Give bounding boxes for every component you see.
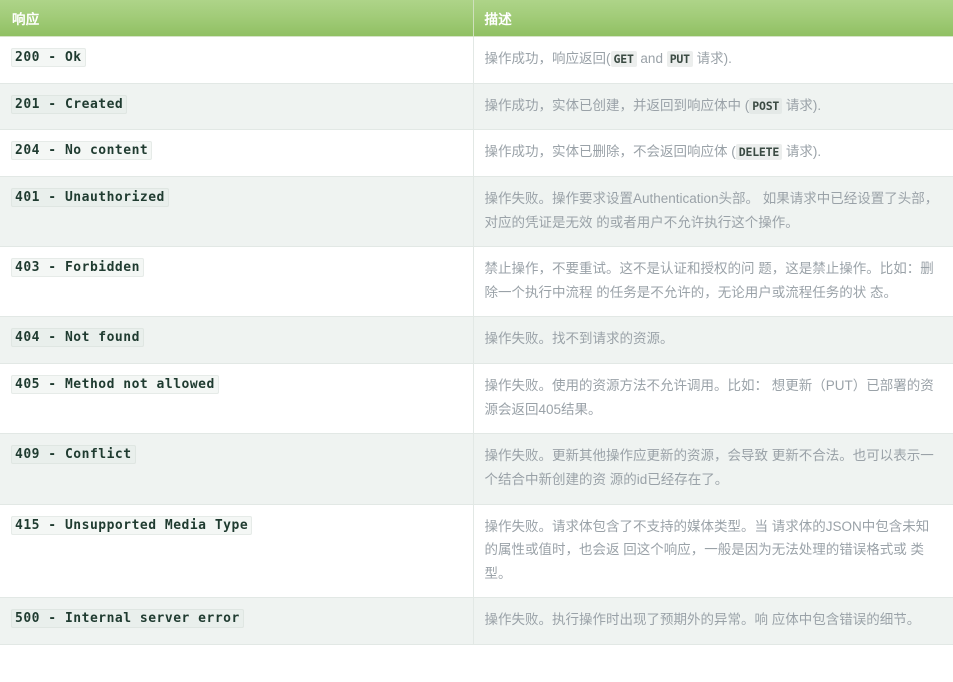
status-code-text: 403 - Forbidden bbox=[11, 258, 144, 278]
status-code-text: 404 - Not found bbox=[11, 328, 144, 348]
description-cell: 操作失败。请求体包含了不支持的媒体类型。当 请求体的JSON中包含未知的属性或值… bbox=[473, 504, 953, 599]
response-code-cell: 405 - Method not allowed bbox=[0, 363, 474, 435]
http-verb-badge: PUT bbox=[666, 51, 693, 67]
status-code-text: 204 - No content bbox=[11, 141, 153, 161]
description-cell: 操作成功，实体已删除，不会返回响应体 (DELETE 请求). bbox=[473, 129, 953, 177]
description-cell: 操作失败。操作要求设置Authentication头部。 如果请求中已经设置了头… bbox=[473, 176, 953, 248]
table-row: 500 - Internal server error 操作失败。执行操作时出现了… bbox=[0, 597, 953, 645]
description-cell: 禁止操作，不要重试。这不是认证和授权的问 题，这是禁止操作。比如：删除一个执行中… bbox=[473, 246, 953, 318]
table-header: 响应 描述 bbox=[0, 0, 953, 37]
description-text: 操作失败。执行操作时出现了预期外的异常。响 应体中包含错误的细节。 bbox=[484, 612, 921, 628]
http-response-codes-table: 响应 描述 200 - Ok 操作成功，响应返回(GET and PUT 请求).… bbox=[0, 0, 953, 645]
column-header-description: 描述 bbox=[473, 0, 953, 37]
column-header-response: 响应 bbox=[0, 0, 474, 37]
description-cell: 操作失败。使用的资源方法不允许调用。比如： 想更新（PUT）已部署的资源会返回4… bbox=[473, 363, 953, 435]
status-code-text: 415 - Unsupported Media Type bbox=[11, 515, 253, 535]
status-code-text: 500 - Internal server error bbox=[11, 609, 244, 629]
description-cell: 操作成功，实体已创建，并返回到响应体中 (POST 请求). bbox=[473, 83, 953, 131]
table-row: 415 - Unsupported Media Type 操作失败。请求体包含了不… bbox=[0, 504, 953, 599]
description-text: 请求). bbox=[782, 144, 822, 160]
response-code-cell: 409 - Conflict bbox=[0, 433, 474, 505]
description-cell: 操作成功，响应返回(GET and PUT 请求). bbox=[473, 36, 953, 84]
response-code-cell: 415 - Unsupported Media Type bbox=[0, 504, 474, 599]
table-row: 401 - Unauthorized 操作失败。操作要求设置Authenticat… bbox=[0, 176, 953, 248]
http-verb-badge: DELETE bbox=[735, 144, 783, 161]
status-code-text: 200 - Ok bbox=[11, 48, 86, 67]
description-text: 操作成功，响应返回( bbox=[484, 51, 611, 66]
response-code-cell: 200 - Ok bbox=[0, 36, 474, 84]
description-text: 请求). bbox=[782, 97, 822, 113]
table-row: 200 - Ok 操作成功，响应返回(GET and PUT 请求). bbox=[0, 36, 953, 84]
http-verb-badge: GET bbox=[610, 51, 637, 67]
status-code-text: 409 - Conflict bbox=[11, 445, 136, 465]
table-body: 200 - Ok 操作成功，响应返回(GET and PUT 请求). 201 - … bbox=[0, 36, 953, 645]
response-code-cell: 401 - Unauthorized bbox=[0, 176, 474, 248]
description-text: 请求). bbox=[692, 51, 732, 66]
table-row: 201 - Created 操作成功，实体已创建，并返回到响应体中 (POST 请… bbox=[0, 83, 953, 131]
status-code-text: 401 - Unauthorized bbox=[11, 187, 169, 207]
status-code-text: 201 - Created bbox=[11, 94, 128, 114]
description-text: 操作失败。操作要求设置Authentication头部。 如果请求中已经设置了头… bbox=[484, 190, 939, 230]
description-text: 禁止操作，不要重试。这不是认证和授权的问 题，这是禁止操作。比如：删除一个执行中… bbox=[484, 261, 934, 300]
response-code-cell: 500 - Internal server error bbox=[0, 597, 474, 645]
http-verb-badge: POST bbox=[749, 97, 783, 114]
table-row: 405 - Method not allowed 操作失败。使用的资源方法不允许调… bbox=[0, 363, 953, 435]
description-cell: 操作失败。找不到请求的资源。 bbox=[473, 316, 953, 364]
description-cell: 操作失败。执行操作时出现了预期外的异常。响 应体中包含错误的细节。 bbox=[473, 597, 953, 645]
description-text: 操作失败。使用的资源方法不允许调用。比如： 想更新（PUT）已部署的资源会返回4… bbox=[484, 378, 934, 417]
description-text: 操作失败。找不到请求的资源。 bbox=[484, 331, 674, 347]
description-text: 操作成功，实体已创建，并返回到响应体中 ( bbox=[484, 97, 750, 113]
table-header-row: 响应 描述 bbox=[0, 0, 953, 37]
description-text: 操作失败。更新其他操作应更新的资源，会导致 更新不合法。也可以表示一个结合中新创… bbox=[484, 448, 934, 487]
table-row: 409 - Conflict 操作失败。更新其他操作应更新的资源，会导致 更新不合… bbox=[0, 433, 953, 505]
response-code-cell: 201 - Created bbox=[0, 83, 474, 131]
response-code-cell: 404 - Not found bbox=[0, 316, 474, 364]
description-text: 操作成功，实体已删除，不会返回响应体 ( bbox=[484, 144, 736, 160]
response-code-cell: 204 - No content bbox=[0, 129, 474, 177]
description-cell: 操作失败。更新其他操作应更新的资源，会导致 更新不合法。也可以表示一个结合中新创… bbox=[473, 433, 953, 505]
description-text: 操作失败。请求体包含了不支持的媒体类型。当 请求体的JSON中包含未知的属性或值… bbox=[484, 518, 930, 581]
response-code-cell: 403 - Forbidden bbox=[0, 246, 474, 318]
table-row: 204 - No content 操作成功，实体已删除，不会返回响应体 (DELE… bbox=[0, 129, 953, 177]
description-text: and bbox=[636, 51, 667, 66]
table-row: 403 - Forbidden 禁止操作，不要重试。这不是认证和授权的问 题，这是… bbox=[0, 246, 953, 318]
table-row: 404 - Not found 操作失败。找不到请求的资源。 bbox=[0, 316, 953, 364]
status-code-text: 405 - Method not allowed bbox=[11, 375, 219, 394]
